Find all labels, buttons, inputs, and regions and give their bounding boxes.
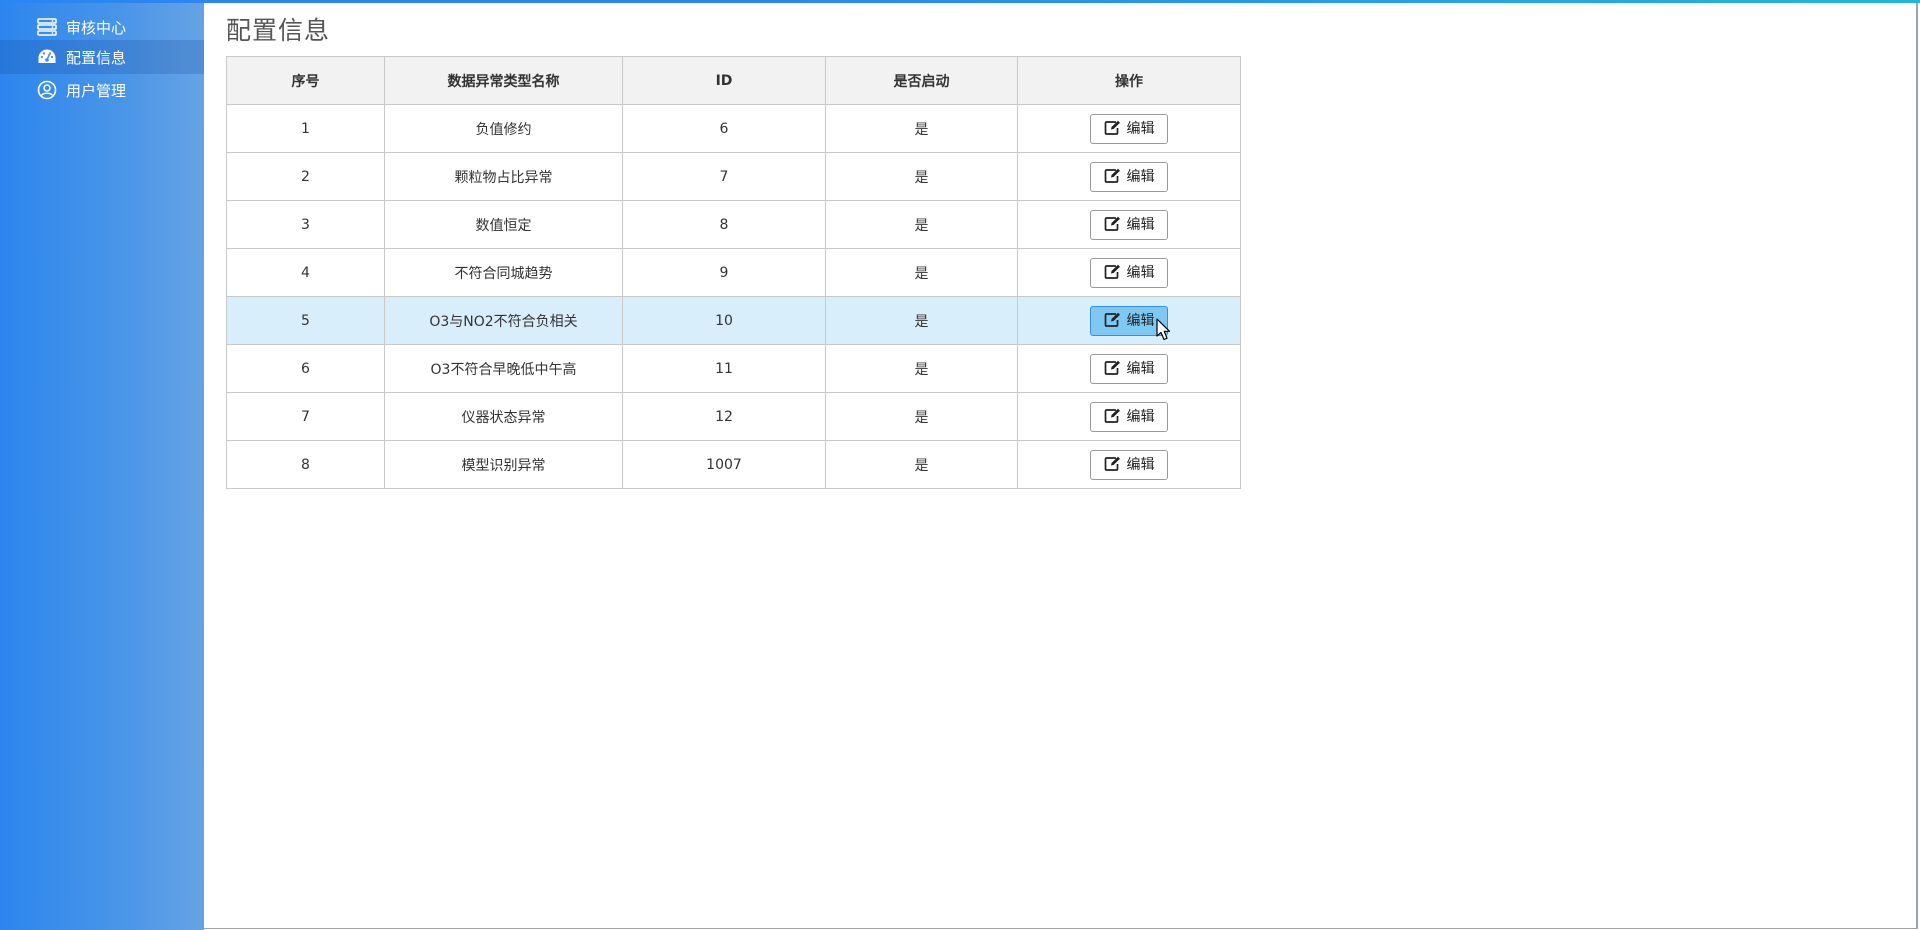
edit-icon bbox=[1104, 168, 1121, 183]
table-row: 6 O3不符合早晚低中午高 11 是 编辑 bbox=[226, 344, 1241, 393]
cell-action: 编辑 bbox=[1017, 296, 1241, 345]
user-circle-icon bbox=[36, 79, 58, 101]
cell-action: 编辑 bbox=[1017, 104, 1241, 153]
cell-enabled: 是 bbox=[825, 344, 1018, 393]
column-header-enabled: 是否启动 bbox=[825, 56, 1018, 105]
edit-button-label: 编辑 bbox=[1126, 216, 1155, 233]
cell-name: 不符合同城趋势 bbox=[384, 248, 623, 297]
config-table: 序号 数据异常类型名称 ID 是否启动 操作 1 负值修约 6 是 编辑 2 颗… bbox=[226, 56, 1241, 489]
cell-name: 仪器状态异常 bbox=[384, 392, 623, 441]
edit-button[interactable]: 编辑 bbox=[1090, 209, 1168, 240]
cell-id: 8 bbox=[622, 200, 826, 249]
cell-enabled: 是 bbox=[825, 152, 1018, 201]
cell-index: 5 bbox=[226, 296, 385, 345]
table-row: 8 模型识别异常 1007 是 编辑 bbox=[226, 440, 1241, 489]
cell-id: 11 bbox=[622, 344, 826, 393]
cell-action: 编辑 bbox=[1017, 344, 1241, 393]
edit-button[interactable]: 编辑 bbox=[1090, 257, 1168, 288]
table-row: 1 负值修约 6 是 编辑 bbox=[226, 104, 1241, 153]
table-row: 2 颗粒物占比异常 7 是 编辑 bbox=[226, 152, 1241, 201]
edit-icon bbox=[1104, 120, 1121, 135]
edit-button-label: 编辑 bbox=[1126, 360, 1155, 377]
column-header-action: 操作 bbox=[1017, 56, 1241, 105]
table-row-hovered: 5 O3与NO2不符合负相关 10 是 编辑 bbox=[226, 296, 1241, 345]
sidebar-item-label: 用户管理 bbox=[66, 81, 127, 100]
edit-icon bbox=[1104, 264, 1121, 279]
cell-id: 1007 bbox=[622, 440, 826, 489]
edit-button-label: 编辑 bbox=[1126, 120, 1155, 137]
edit-button[interactable]: 编辑 bbox=[1090, 449, 1168, 480]
edit-icon bbox=[1104, 408, 1121, 423]
cell-enabled: 是 bbox=[825, 104, 1018, 153]
edit-button-label: 编辑 bbox=[1126, 312, 1155, 329]
edit-button[interactable]: 编辑 bbox=[1090, 401, 1168, 432]
dashboard-gauge-icon bbox=[36, 46, 58, 68]
cell-index: 7 bbox=[226, 392, 385, 441]
server-list-icon bbox=[36, 16, 58, 38]
column-header-id: ID bbox=[622, 56, 826, 105]
cell-index: 2 bbox=[226, 152, 385, 201]
cell-action: 编辑 bbox=[1017, 440, 1241, 489]
cell-name: 颗粒物占比异常 bbox=[384, 152, 623, 201]
cell-action: 编辑 bbox=[1017, 392, 1241, 441]
cell-name: 负值修约 bbox=[384, 104, 623, 153]
sidebar: 审核中心 配置信息 用户管理 bbox=[0, 3, 204, 930]
column-header-name: 数据异常类型名称 bbox=[384, 56, 623, 105]
cell-enabled: 是 bbox=[825, 248, 1018, 297]
cell-id: 7 bbox=[622, 152, 826, 201]
edit-icon bbox=[1104, 312, 1121, 327]
cell-id: 9 bbox=[622, 248, 826, 297]
cell-action: 编辑 bbox=[1017, 200, 1241, 249]
cell-action: 编辑 bbox=[1017, 152, 1241, 201]
mouse-pointer-icon bbox=[1156, 318, 1171, 341]
sidebar-item-user-management[interactable]: 用户管理 bbox=[0, 73, 204, 107]
table-row: 3 数值恒定 8 是 编辑 bbox=[226, 200, 1241, 249]
cell-id: 12 bbox=[622, 392, 826, 441]
table-row: 4 不符合同城趋势 9 是 编辑 bbox=[226, 248, 1241, 297]
cell-name: O3与NO2不符合负相关 bbox=[384, 296, 623, 345]
cell-index: 8 bbox=[226, 440, 385, 489]
sidebar-item-label: 配置信息 bbox=[66, 48, 127, 67]
cell-enabled: 是 bbox=[825, 200, 1018, 249]
cell-id: 10 bbox=[622, 296, 826, 345]
sidebar-item-audit-center[interactable]: 审核中心 bbox=[0, 10, 204, 44]
edit-button-label: 编辑 bbox=[1126, 168, 1155, 185]
cell-enabled: 是 bbox=[825, 392, 1018, 441]
edit-button-label: 编辑 bbox=[1126, 264, 1155, 281]
cell-name: 模型识别异常 bbox=[384, 440, 623, 489]
edit-button-label: 编辑 bbox=[1126, 456, 1155, 473]
cell-name: O3不符合早晚低中午高 bbox=[384, 344, 623, 393]
page-title: 配置信息 bbox=[226, 16, 331, 45]
table-row: 7 仪器状态异常 12 是 编辑 bbox=[226, 392, 1241, 441]
cell-id: 6 bbox=[622, 104, 826, 153]
cell-index: 4 bbox=[226, 248, 385, 297]
cell-enabled: 是 bbox=[825, 296, 1018, 345]
edit-button[interactable]: 编辑 bbox=[1090, 161, 1168, 192]
sidebar-item-config-info[interactable]: 配置信息 bbox=[0, 40, 204, 74]
cell-index: 6 bbox=[226, 344, 385, 393]
edit-icon bbox=[1104, 360, 1121, 375]
edit-button[interactable]: 编辑 bbox=[1090, 113, 1168, 144]
edit-button[interactable]: 编辑 bbox=[1090, 353, 1168, 384]
cell-enabled: 是 bbox=[825, 440, 1018, 489]
cell-action: 编辑 bbox=[1017, 248, 1241, 297]
sidebar-item-label: 审核中心 bbox=[66, 18, 127, 37]
edit-icon bbox=[1104, 456, 1121, 471]
cell-name: 数值恒定 bbox=[384, 200, 623, 249]
cell-index: 1 bbox=[226, 104, 385, 153]
edit-icon bbox=[1104, 216, 1121, 231]
table-header-row: 序号 数据异常类型名称 ID 是否启动 操作 bbox=[226, 56, 1241, 105]
edit-button-label: 编辑 bbox=[1126, 408, 1155, 425]
cell-index: 3 bbox=[226, 200, 385, 249]
column-header-index: 序号 bbox=[226, 56, 385, 105]
